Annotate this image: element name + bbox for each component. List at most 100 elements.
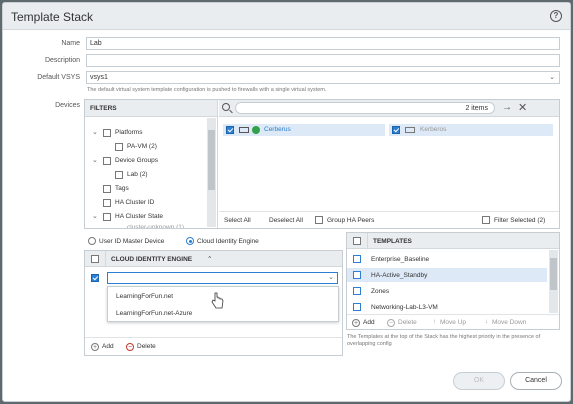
cloud-identity-engine-panel: CLOUD IDENTITY ENGINE ⌃ ⌄ LearningForFun… — [84, 250, 343, 356]
search-icon-handle — [229, 109, 233, 114]
firewall-icon — [239, 127, 249, 133]
templates-select-all-checkbox[interactable] — [353, 237, 361, 245]
template-row[interactable]: Enterprise_Baseline — [347, 252, 547, 266]
cloud-identity-engine-radio[interactable] — [186, 237, 194, 245]
group-ha-peers-label: Group HA Peers — [327, 217, 375, 224]
default-vsys-hint: The default virtual system template conf… — [87, 87, 327, 93]
devices-toolbar: Select All Deselect All Group HA Peers F… — [219, 211, 559, 228]
filter-device-groups-checkbox[interactable] — [103, 157, 111, 165]
add-icon[interactable]: + — [91, 343, 99, 351]
filter-tags-checkbox[interactable] — [103, 185, 111, 193]
description-label: Description — [44, 57, 80, 64]
name-input[interactable]: Lab — [86, 37, 560, 50]
templates-scrollbar[interactable] — [549, 250, 558, 313]
device-item-cerberus[interactable]: Cerberus — [223, 124, 385, 136]
arrow-right-icon[interactable]: → — [502, 102, 512, 113]
filter-ha-cluster-id-label: HA Cluster ID — [115, 199, 155, 206]
filter-ha-cluster-state-checkbox[interactable] — [103, 213, 111, 221]
default-vsys-select[interactable]: vsys1 ⌄ — [86, 71, 560, 84]
ok-button[interactable]: OK — [453, 372, 505, 390]
cloud-identity-engine-label: Cloud Identity Engine — [197, 238, 259, 245]
user-id-master-radio[interactable] — [88, 237, 96, 245]
arrow-down-icon[interactable]: ↓ — [485, 318, 488, 325]
cie-option-label: LearningForFun.net-Azure — [116, 310, 193, 317]
templates-panel: TEMPLATES Enterprise_Baseline HA-Active_… — [346, 232, 560, 330]
template-row[interactable]: HA-Active_Standby — [347, 268, 547, 282]
user-id-master-label: User ID Master Device — [99, 238, 165, 245]
templates-delete-button[interactable]: Delete — [398, 319, 417, 326]
group-ha-peers-checkbox[interactable] — [315, 216, 323, 224]
description-input[interactable] — [86, 54, 560, 67]
filter-ha-cluster-state-label: HA Cluster State — [115, 213, 164, 220]
template-stack-dialog: Template Stack ? Name Lab Description De… — [2, 2, 571, 402]
template-checkbox[interactable] — [353, 287, 361, 295]
cancel-button[interactable]: Cancel — [510, 372, 562, 390]
cie-option-label: LearningForFun.net — [116, 293, 174, 300]
cie-edit-row: ⌄ — [85, 271, 342, 285]
template-checkbox[interactable] — [353, 271, 361, 279]
close-icon[interactable]: ✕ — [518, 101, 527, 114]
device-kerberos-checkbox[interactable] — [392, 126, 400, 134]
device-kerberos-label: Kerberos — [420, 126, 447, 133]
cie-column-header: CLOUD IDENTITY ENGINE — [111, 256, 193, 263]
filters-scrollbar-thumb[interactable] — [208, 130, 215, 190]
device-search-input[interactable]: 2 items — [235, 102, 495, 114]
chevron-down-icon: ⌄ — [328, 274, 334, 281]
template-checkbox[interactable] — [353, 255, 361, 263]
filter-selected-checkbox[interactable] — [482, 216, 490, 224]
arrow-up-icon[interactable]: ↑ — [433, 318, 436, 325]
cie-select-all-checkbox[interactable] — [91, 255, 99, 263]
template-checkbox[interactable] — [353, 303, 361, 311]
chevron-down-icon[interactable]: ⌄ — [92, 212, 98, 220]
delete-icon[interactable]: − — [126, 343, 134, 351]
dialog-title: Template Stack — [11, 10, 94, 24]
select-all-button[interactable]: Select All — [224, 217, 251, 224]
default-vsys-value: vsys1 — [90, 74, 108, 81]
cie-row-checkbox[interactable] — [91, 274, 99, 282]
firewall-icon — [405, 127, 415, 133]
templates-priority-note: The Templates at the top of the Stack ha… — [347, 334, 541, 347]
filter-ha-cluster-id-checkbox[interactable] — [103, 199, 111, 207]
header-divider — [105, 251, 106, 267]
delete-icon[interactable]: − — [387, 319, 395, 327]
cie-select-input[interactable]: ⌄ — [107, 272, 338, 284]
templates-add-button[interactable]: Add — [363, 319, 375, 326]
chevron-up-icon[interactable]: ⌃ — [207, 255, 212, 263]
templates-move-down-button[interactable]: Move Down — [492, 319, 526, 326]
chevron-down-icon: ⌄ — [549, 74, 555, 81]
filter-platforms-label: Platforms — [115, 129, 143, 136]
template-row[interactable]: Zones — [347, 284, 547, 298]
templates-header: TEMPLATES — [347, 233, 559, 249]
templates-column-header: TEMPLATES — [373, 238, 412, 245]
deselect-all-button[interactable]: Deselect All — [269, 217, 303, 224]
devices-panel: FILTERS ⌄ Platforms PA-VM (2) ⌄ Device G… — [84, 99, 560, 229]
device-cerberus-checkbox[interactable] — [226, 126, 234, 134]
chevron-down-icon[interactable]: ⌄ — [92, 156, 98, 164]
template-label: HA-Active_Standby — [371, 272, 428, 279]
add-icon[interactable]: + — [352, 319, 360, 327]
filter-lab-label: Lab (2) — [127, 171, 148, 178]
device-cerberus-label: Cerberus — [264, 126, 291, 133]
filter-pa-vm-checkbox[interactable] — [115, 143, 123, 151]
filter-pa-vm-label: PA-VM (2) — [127, 143, 157, 150]
devices-label: Devices — [55, 102, 80, 109]
filter-platforms-checkbox[interactable] — [103, 129, 111, 137]
device-count: 2 items — [465, 105, 488, 112]
template-label: Networking-Lab-L3-VM — [371, 304, 438, 311]
help-icon[interactable]: ? — [550, 10, 562, 22]
filters-header: FILTERS — [85, 100, 217, 117]
template-row[interactable]: Networking-Lab-L3-VM — [347, 300, 547, 314]
cie-delete-button[interactable]: Delete — [137, 343, 156, 350]
template-label: Enterprise_Baseline — [371, 256, 430, 263]
filter-selected-label: Filter Selected (2) — [494, 217, 546, 224]
templates-scrollbar-thumb[interactable] — [550, 258, 557, 290]
cie-table-header: CLOUD IDENTITY ENGINE ⌃ — [85, 251, 342, 267]
chevron-down-icon[interactable]: ⌄ — [92, 128, 98, 136]
filters-scrollbar[interactable] — [207, 118, 216, 227]
filter-cluster-unknown-label: cluster-unknown (1) — [127, 224, 185, 228]
filter-tags-label: Tags — [115, 185, 129, 192]
device-item-kerberos[interactable]: Kerberos — [389, 124, 553, 136]
filter-lab-checkbox[interactable] — [115, 171, 123, 179]
cie-add-button[interactable]: Add — [102, 343, 114, 350]
templates-move-up-button[interactable]: Move Up — [440, 319, 466, 326]
